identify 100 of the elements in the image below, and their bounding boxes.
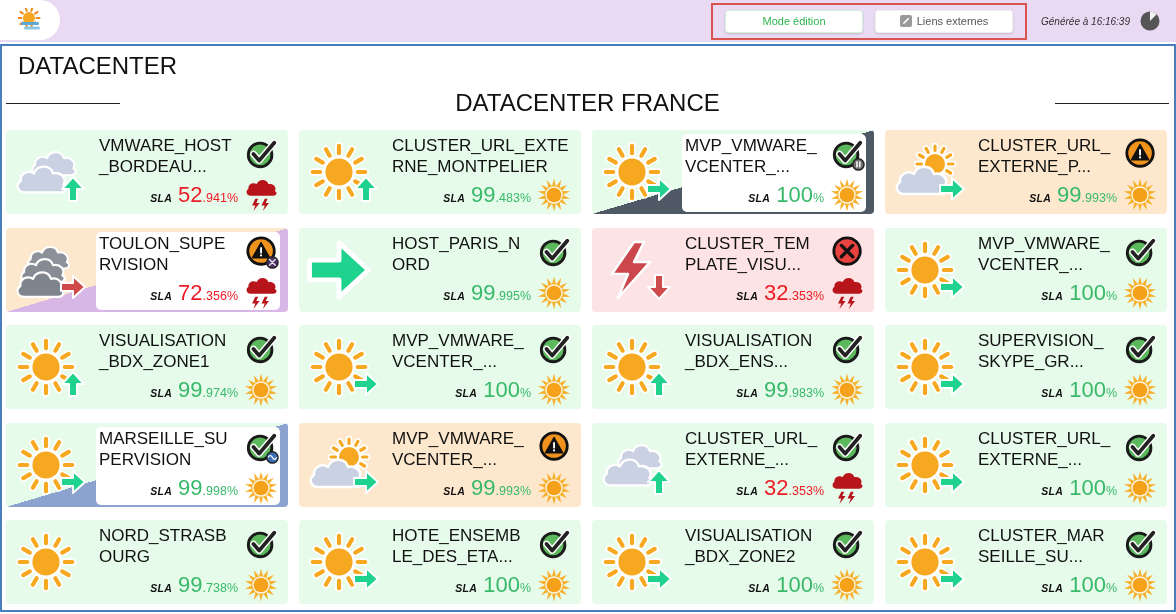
sla-value: 99.993% xyxy=(1057,182,1117,208)
service-tile[interactable]: CLUSTER_URL_EXTERNE_... SLA 100% xyxy=(885,422,1167,507)
sla-label: SLA xyxy=(455,582,478,594)
sla-value: 99.738% xyxy=(178,572,238,598)
service-tile[interactable]: CLUSTER_TEMPLATE_VISU... SLA 32.353% xyxy=(592,227,874,312)
check-icon xyxy=(831,429,865,464)
service-name: MVP_VMWARE_VCENTER_... xyxy=(685,135,818,177)
sun-logo-icon xyxy=(18,8,42,32)
sla-label: SLA xyxy=(1029,192,1052,204)
sun-icon xyxy=(244,373,278,407)
check-icon xyxy=(538,234,572,269)
service-name: CLUSTER_TEMPLATE_VISU... xyxy=(685,232,811,275)
service-name: CLUSTER_URL_EXTERNE_... xyxy=(685,427,819,470)
service-tile[interactable]: CLUSTER_URL_EXTERNE_MONTPELIER SLA 99.483% xyxy=(299,130,581,214)
sla-value: 100% xyxy=(483,572,531,598)
sla-value: 32.353% xyxy=(764,474,824,501)
sun-icon xyxy=(830,568,864,602)
section-title: DATACENTER FRANCE xyxy=(455,88,720,118)
sla-value: 99.998% xyxy=(178,474,238,501)
sun-icon xyxy=(1123,275,1157,310)
sla-value: 52.941% xyxy=(178,182,238,208)
check-icon xyxy=(538,332,572,366)
service-tile[interactable]: HOST_PARIS_NORD SLA 99.995% xyxy=(299,227,581,312)
sun-icon xyxy=(537,373,571,407)
sla-label: SLA xyxy=(150,387,173,399)
sun-icon xyxy=(537,568,571,602)
check-icon xyxy=(245,527,279,561)
service-tile[interactable]: VMWARE_HOST_BORDEAU... SLA 52.941% xyxy=(6,130,288,214)
service-tile[interactable]: CLUSTER_URL_EXTERNE_... SLA 32.353% xyxy=(592,422,874,507)
check-icon xyxy=(245,332,279,366)
service-tile[interactable]: MVP_VMWARE_VCENTER_... SLA 100% xyxy=(592,130,874,214)
pie-icon xyxy=(1140,11,1160,31)
generated-time: Générée à 16:16:39 xyxy=(1041,15,1130,27)
service-tile[interactable]: SUPERVISION_SKYPE_GR... SLA 100% xyxy=(885,325,1167,409)
service-name: CLUSTER_URL_EXTERNE_P... xyxy=(978,135,1112,177)
sla-label: SLA xyxy=(748,192,771,204)
sla-value: 99.983% xyxy=(764,377,824,403)
service-tile[interactable]: VISUALISATION_BDX_ZONE1 SLA 99.974% xyxy=(6,325,288,409)
sla-label: SLA xyxy=(1041,289,1064,302)
service-tile[interactable]: MVP_VMWARE_VCENTER_... SLA 100% xyxy=(299,325,581,409)
check-icon xyxy=(831,527,865,561)
check-icon xyxy=(831,137,865,171)
edit-icon xyxy=(899,15,912,27)
sla-label: SLA xyxy=(455,387,478,399)
service-tile[interactable]: VISUALISATION_BDX_ZONE2 SLA 100% xyxy=(592,520,874,604)
service-name: CLUSTER_URL_EXTERNE_... xyxy=(978,427,1112,470)
sla-value: 100% xyxy=(776,182,824,208)
sla-label: SLA xyxy=(443,289,466,302)
warning-icon xyxy=(538,429,572,464)
sla-label: SLA xyxy=(150,192,173,204)
check-icon xyxy=(1124,429,1158,464)
sun-icon xyxy=(1123,568,1157,602)
sla-value: 32.353% xyxy=(764,279,824,306)
service-tile[interactable]: MVP_VMWARE_VCENTER_... SLA 100% xyxy=(885,227,1167,312)
links-button[interactable]: Liens externes xyxy=(875,9,1014,33)
sun-icon xyxy=(537,178,571,212)
sun-icon xyxy=(244,568,278,602)
check-icon xyxy=(831,332,865,366)
check-icon xyxy=(245,137,279,171)
sla-label: SLA xyxy=(150,582,173,594)
sun-icon xyxy=(830,373,864,407)
service-tile[interactable]: HOTE_ENSEMBLE_DES_ETA... SLA 100% xyxy=(299,520,581,604)
sla-label: SLA xyxy=(150,289,173,302)
sla-value: 99.974% xyxy=(178,377,238,403)
sla-label: SLA xyxy=(1041,484,1064,497)
sun-icon xyxy=(537,275,571,310)
sla-value: 72.356% xyxy=(178,279,238,306)
sla-value: 100% xyxy=(483,377,531,403)
sla-value: 99.483% xyxy=(471,182,531,208)
service-name: HOST_PARIS_NORD xyxy=(392,232,522,275)
service-tile[interactable]: MVP_VMWARE_VCENTER_... SLA 99.993% xyxy=(299,422,581,507)
sun-icon xyxy=(244,470,278,505)
storm-cloud-icon xyxy=(830,275,864,310)
service-tile[interactable]: MARSEILLE_SUPERVISION SLA 99.998% xyxy=(6,422,288,507)
check-icon xyxy=(1124,332,1158,366)
storm-cloud-icon xyxy=(244,178,278,212)
service-name: MVP_VMWARE_VCENTER_... xyxy=(978,232,1111,275)
service-tile[interactable]: TOULON_SUPERVISION SLA 72.356% xyxy=(6,227,288,312)
service-tile[interactable]: CLUSTER_MARSEILLE_SU... SLA 100% xyxy=(885,520,1167,604)
service-name: MVP_VMWARE_VCENTER_... xyxy=(392,330,525,372)
page-title: DATACENTER xyxy=(18,52,178,80)
sla-value: 99.993% xyxy=(471,474,531,501)
sla-label: SLA xyxy=(736,289,759,302)
sla-value: 100% xyxy=(1069,474,1117,501)
sla-label: SLA xyxy=(443,192,466,204)
warning-icon xyxy=(1124,137,1158,171)
error-icon xyxy=(831,234,865,269)
service-tile[interactable]: CLUSTER_URL_EXTERNE_P... SLA 99.993% xyxy=(885,130,1167,214)
sla-value: 100% xyxy=(1069,279,1117,306)
service-tile[interactable]: NORD_STRASBOURG SLA 99.738% xyxy=(6,520,288,604)
service-tile[interactable]: VISUALISATION_BDX_ENS... SLA 99.983% xyxy=(592,325,874,409)
service-name: MARSEILLE_SUPERVISION xyxy=(99,427,229,470)
storm-cloud-icon xyxy=(244,275,278,310)
sun-icon xyxy=(1123,470,1157,505)
service-name: VISUALISATION_BDX_ENS... xyxy=(685,330,814,372)
sla-value: 100% xyxy=(776,572,824,598)
sla-label: SLA xyxy=(150,484,173,497)
sla-value: 100% xyxy=(1069,572,1117,598)
service-name: MVP_VMWARE_VCENTER_... xyxy=(392,427,525,470)
sun-icon xyxy=(537,470,571,505)
